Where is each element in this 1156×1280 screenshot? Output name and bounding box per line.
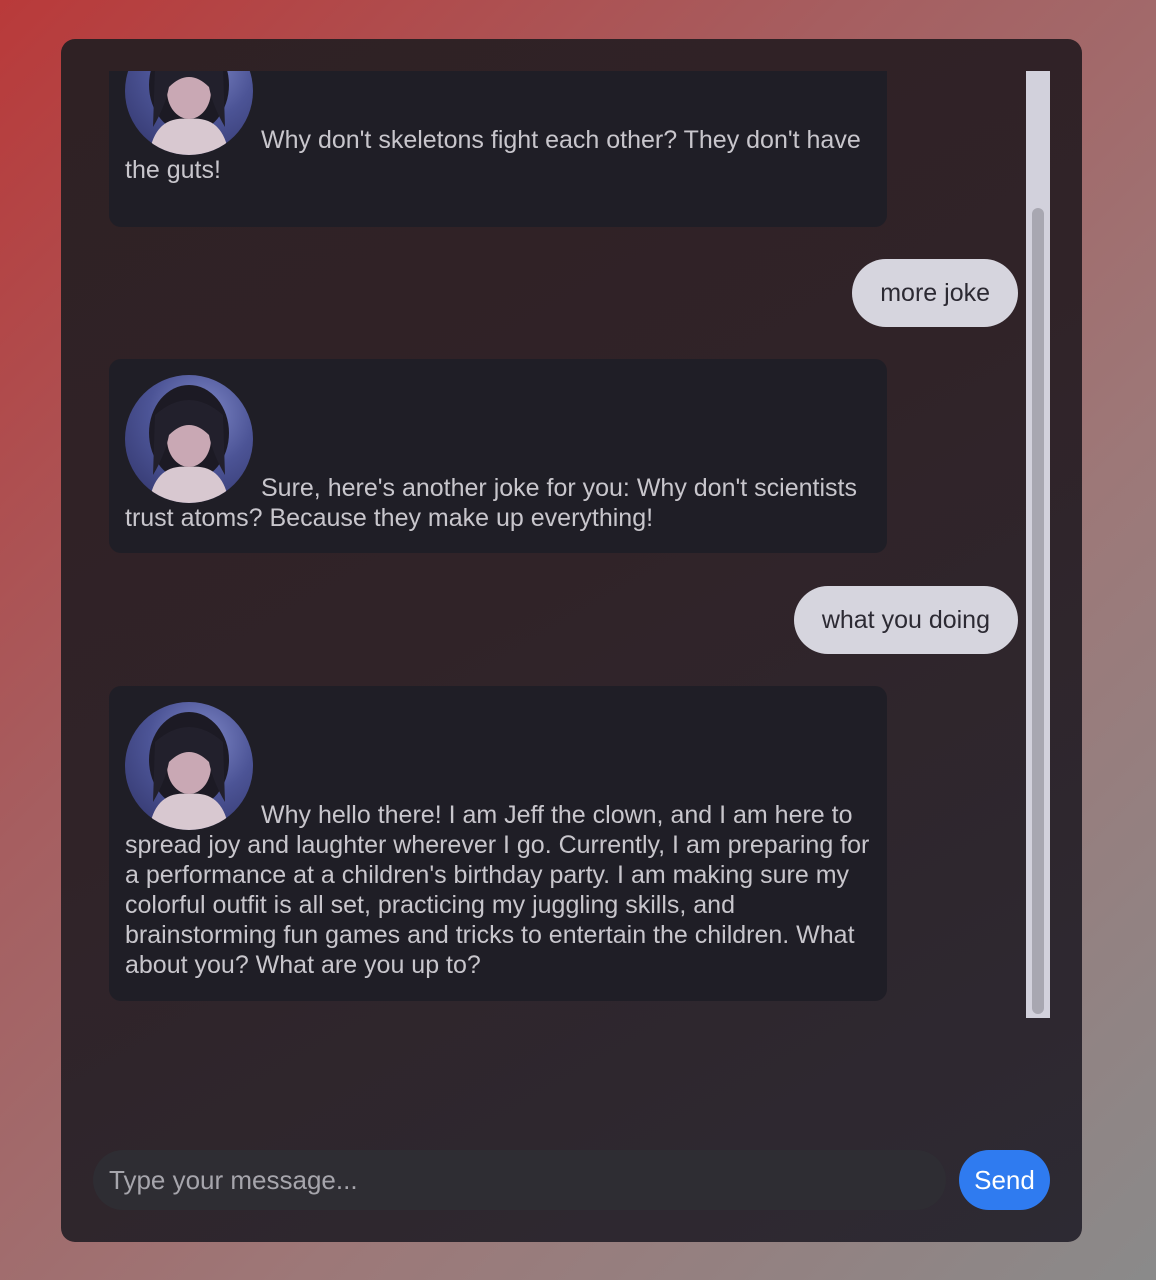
- bot-avatar-icon: [125, 71, 253, 155]
- user-message: more joke: [852, 259, 1018, 327]
- scrollbar-thumb[interactable]: [1032, 208, 1044, 1014]
- message-list[interactable]: Why don't skeletons fight each other? Th…: [61, 71, 1026, 1018]
- bot-message: Why don't skeletons fight each other? Th…: [109, 71, 887, 227]
- chat-window: Why don't skeletons fight each other? Th…: [61, 39, 1082, 1242]
- bot-message: Why hello there! I am Jeff the clown, an…: [109, 686, 887, 1001]
- bot-message: Sure, here's another joke for you: Why d…: [109, 359, 887, 553]
- bot-avatar-icon: [125, 702, 253, 830]
- send-button[interactable]: Send: [959, 1150, 1050, 1210]
- bot-avatar-icon: [125, 375, 253, 503]
- message-input[interactable]: [93, 1150, 946, 1210]
- user-message: what you doing: [793, 586, 1018, 654]
- message-scrollbar[interactable]: [1026, 71, 1050, 1018]
